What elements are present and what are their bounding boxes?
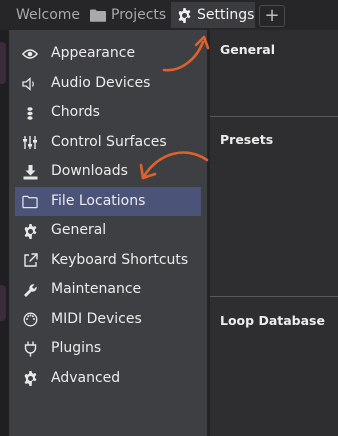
tab-projects-label: Projects (111, 7, 167, 23)
section-divider (210, 296, 338, 297)
sidebar-item-chords[interactable]: Chords (9, 98, 207, 128)
download-icon (22, 164, 38, 180)
sidebar-item-label: MIDI Devices (51, 310, 142, 327)
folder-icon (22, 194, 38, 210)
section-title-loop-database: Loop Database (220, 313, 325, 328)
sliders-icon (22, 135, 38, 151)
sidebar-item-audio-devices[interactable]: Audio Devices (9, 69, 207, 99)
window-edge (0, 30, 9, 436)
tab-welcome-label: Welcome (16, 7, 81, 23)
tab-settings-label: Settings (197, 7, 255, 23)
sidebar-item-downloads[interactable]: Downloads (9, 157, 207, 187)
sidebar-item-label: File Locations (51, 192, 146, 209)
speaker-icon (22, 76, 38, 92)
section-title-presets: Presets (220, 132, 274, 147)
tab-projects[interactable]: Projects (84, 2, 169, 28)
sidebar-item-label: Appearance (51, 45, 136, 61)
folder-icon (90, 9, 106, 22)
sidebar-item-label: General (51, 222, 107, 238)
sidebar-item-label: Maintenance (51, 281, 142, 297)
sidebar-item-label: Keyboard Shortcuts (51, 251, 189, 268)
plug-icon (22, 341, 38, 357)
sidebar-item-general[interactable]: General (9, 216, 207, 246)
tab-settings[interactable]: Settings (171, 2, 255, 28)
sidebar-item-maintenance[interactable]: Maintenance (9, 275, 207, 305)
sidebar-item-label: Downloads (51, 163, 128, 179)
sidebar-item-plugins[interactable]: Plugins (9, 334, 207, 364)
add-tab-button[interactable]: + (259, 5, 285, 27)
midi-icon (22, 312, 38, 328)
sidebar-item-keyboard-shortcuts[interactable]: Keyboard Shortcuts (9, 246, 207, 276)
external-link-icon (22, 253, 38, 269)
sidebar-item-advanced[interactable]: Advanced (9, 364, 207, 394)
section-divider (210, 116, 338, 117)
tab-bar: Welcome Projects Settings + (0, 0, 338, 30)
eye-icon (22, 46, 38, 62)
sidebar-item-midi-devices[interactable]: MIDI Devices (9, 305, 207, 335)
section-title-general: General (220, 42, 275, 57)
settings-content-panel: General Presets Loop Database (210, 30, 338, 436)
settings-sidebar: Appearance Audio Devices Chords Control … (9, 30, 210, 436)
sidebar-item-label: Control Surfaces (51, 133, 167, 150)
sidebar-item-appearance[interactable]: Appearance (9, 39, 207, 69)
wrench-icon (22, 282, 38, 298)
sidebar-item-label: Audio Devices (51, 74, 151, 91)
gear-icon (177, 7, 192, 23)
gear-icon (22, 371, 38, 387)
chords-icon (22, 105, 38, 121)
sidebar-item-label: Plugins (51, 340, 102, 356)
gear-icon (22, 223, 38, 239)
settings-nav-list: Appearance Audio Devices Chords Control … (9, 39, 207, 393)
sidebar-item-label: Advanced (51, 369, 121, 386)
sidebar-item-file-locations[interactable]: File Locations (15, 186, 201, 216)
sidebar-item-label: Chords (51, 104, 100, 120)
tab-welcome[interactable]: Welcome (10, 2, 82, 28)
sidebar-item-control-surfaces[interactable]: Control Surfaces (9, 128, 207, 158)
